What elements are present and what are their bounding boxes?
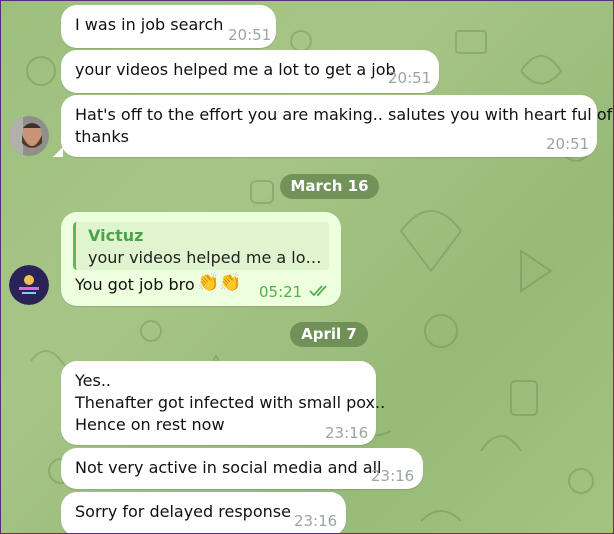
message-time: 20:51: [546, 135, 590, 153]
message-text-line: Thenafter got infected with small pox..: [75, 393, 386, 412]
message-time: 23:16: [325, 424, 369, 442]
message-bubble[interactable]: Hat's off to the effort you are making..…: [61, 95, 612, 157]
message-bubble[interactable]: I was in job search 20:51: [61, 5, 276, 48]
message-bubble-outgoing[interactable]: Victuz your videos helped me a lot t... …: [61, 212, 341, 306]
reply-author: Victuz: [88, 226, 144, 245]
message-text-line: Hat's off to the effort you are making..…: [75, 105, 613, 124]
message-time: 05:21: [259, 283, 303, 301]
message-text: Sorry for delayed response: [75, 502, 291, 521]
bubble-tail: [53, 147, 63, 157]
message-text: your videos helped me a lot to get a job: [75, 60, 396, 79]
chat-area[interactable]: I was in job search 20:51 your videos he…: [0, 0, 614, 534]
message-time: 20:51: [228, 26, 272, 44]
message-text-line: Hence on rest now: [75, 415, 225, 434]
message-time: 23:16: [371, 467, 415, 485]
message-time: 20:51: [388, 69, 432, 87]
message-text-line: thanks: [75, 127, 129, 146]
own-avatar[interactable]: [9, 265, 49, 305]
message-bubble[interactable]: your videos helped me a lot to get a job…: [61, 50, 439, 93]
message-bubble[interactable]: Not very active in social media and all …: [61, 448, 423, 489]
reply-text: your videos helped me a lot t...: [88, 248, 324, 267]
message-bubble[interactable]: Sorry for delayed response 23:16: [61, 492, 346, 533]
message-text: You got job bro: [75, 275, 195, 294]
date-separator: March 16: [280, 174, 379, 199]
double-check-icon: [309, 285, 327, 297]
message-time: 23:16: [294, 512, 338, 530]
message-text: Not very active in social media and all: [75, 458, 382, 477]
message-bubble[interactable]: Yes.. Thenafter got infected with small …: [61, 361, 385, 445]
message-text: I was in job search: [75, 15, 224, 34]
date-separator: April 7: [290, 322, 368, 347]
clapping-emoji: 👏👏: [197, 272, 242, 293]
reply-preview[interactable]: Victuz your videos helped me a lot t...: [73, 222, 329, 270]
message-text-line: Yes..: [75, 371, 111, 390]
sender-avatar[interactable]: [9, 116, 49, 156]
